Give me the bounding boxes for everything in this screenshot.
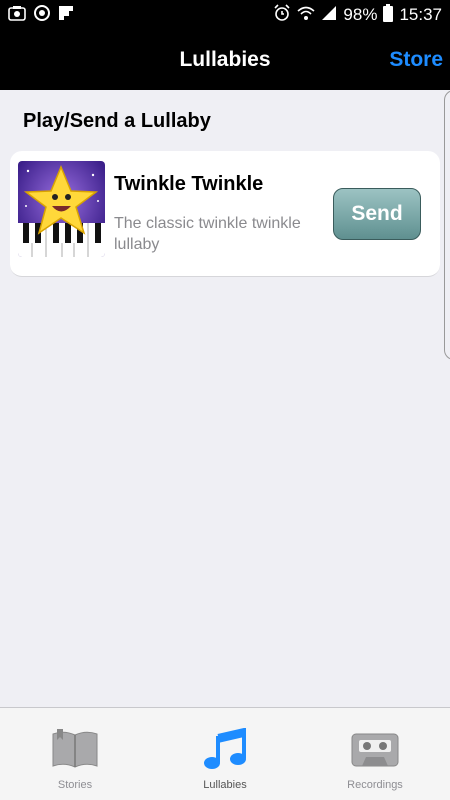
cassette-icon — [350, 728, 400, 775]
flipboard-icon — [58, 5, 74, 26]
section-title: Play/Send a Lullaby — [23, 110, 211, 132]
screenshot-icon — [8, 5, 26, 26]
signal-icon — [321, 5, 337, 26]
tab-label: Recordings — [347, 779, 403, 791]
tab-bar: Stories Lullabies Recordings — [0, 707, 450, 800]
edge-panel-handle[interactable] — [444, 90, 450, 360]
battery-percent: 98% — [343, 5, 378, 24]
book-icon — [50, 728, 100, 775]
star-piano-icon — [18, 161, 105, 257]
list-item[interactable]: Twinkle Twinkle The classic twinkle twin… — [10, 151, 440, 277]
tab-lullabies[interactable]: Lullabies — [150, 708, 300, 800]
page-title: Lullabies — [179, 48, 271, 71]
navigation-bar: Lullabies Store — [0, 30, 450, 90]
notification-icons — [8, 4, 74, 27]
alarm-icon — [273, 3, 291, 27]
tab-recordings[interactable]: Recordings — [300, 708, 450, 800]
store-button[interactable]: Store — [389, 48, 443, 72]
music-note-icon — [200, 727, 250, 775]
item-description: The classic twinkle twinkle lullaby — [114, 215, 301, 253]
item-title: Twinkle Twinkle — [114, 173, 264, 195]
system-status: 98% 15:37 — [273, 3, 442, 27]
sync-icon — [33, 4, 51, 27]
clock: 15:37 — [399, 5, 442, 24]
wifi-icon — [297, 5, 315, 26]
battery-icon — [383, 3, 394, 27]
tab-label: Lullabies — [203, 779, 247, 791]
tab-stories[interactable]: Stories — [0, 708, 150, 800]
tab-label: Stories — [57, 779, 93, 791]
send-button[interactable]: Send — [333, 188, 421, 240]
status-bar: 98% 15:37 — [0, 0, 450, 30]
